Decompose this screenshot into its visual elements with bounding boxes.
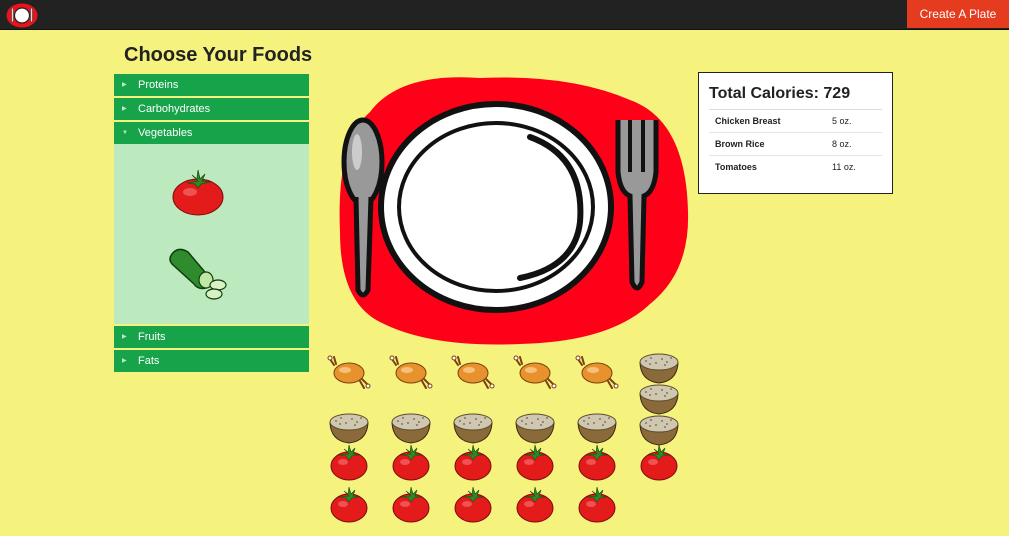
calorie-summary: Total Calories: 729 Chicken Breast 5 oz.…: [698, 72, 893, 194]
calorie-row: Brown Rice 8 oz.: [709, 133, 882, 156]
category-vegetables[interactable]: ▼ Vegetables: [114, 122, 309, 144]
tomato-icon[interactable]: [170, 168, 226, 218]
calorie-row: Tomatoes 11 oz.: [709, 156, 882, 179]
chevron-right-icon: ▶: [122, 334, 127, 341]
category-label: Proteins: [138, 79, 179, 91]
rice-icon[interactable]: [451, 405, 495, 445]
category-label: Fruits: [138, 331, 166, 343]
category-label: Vegetables: [138, 127, 193, 139]
rice-icon[interactable]: [327, 405, 371, 445]
selected-food-grid: [327, 345, 687, 530]
food-amount: 8 oz.: [832, 139, 852, 149]
cucumber-icon[interactable]: [166, 244, 228, 304]
calorie-row: Chicken Breast 5 oz.: [709, 110, 882, 133]
plate-icon: [378, 101, 614, 313]
food-name: Brown Rice: [715, 139, 765, 149]
food-name: Tomatoes: [715, 162, 757, 172]
food-amount: 11 oz.: [832, 162, 856, 172]
tomato-icon[interactable]: [389, 485, 433, 525]
plate-logo-icon[interactable]: [6, 3, 38, 28]
tomato-icon[interactable]: [575, 443, 619, 483]
page-title: Choose Your Foods: [124, 44, 313, 66]
chevron-down-icon: ▼: [122, 130, 128, 137]
tomato-icon[interactable]: [327, 485, 371, 525]
food-amount: 5 oz.: [832, 116, 852, 126]
place-setting-icon: [339, 77, 689, 345]
category-proteins[interactable]: ▶ Proteins: [114, 74, 309, 96]
chicken-icon[interactable]: [575, 349, 619, 389]
rice-icon[interactable]: [637, 407, 681, 447]
rice-icon[interactable]: [575, 405, 619, 445]
tomato-icon[interactable]: [327, 443, 371, 483]
category-label: Fats: [138, 355, 160, 367]
chicken-icon[interactable]: [451, 349, 495, 389]
create-a-plate-button[interactable]: Create A Plate: [907, 0, 1009, 28]
chicken-icon[interactable]: [513, 349, 557, 389]
category-fruits[interactable]: ▶ Fruits: [114, 326, 309, 348]
chevron-right-icon: ▶: [122, 358, 127, 365]
tomato-icon[interactable]: [451, 443, 495, 483]
total-calories: Total Calories: 729: [709, 85, 882, 110]
chicken-icon[interactable]: [389, 349, 433, 389]
top-bar: Create A Plate: [0, 0, 1009, 30]
rice-icon[interactable]: [389, 405, 433, 445]
category-fats[interactable]: ▶ Fats: [114, 350, 309, 372]
category-label: Carbohydrates: [138, 103, 211, 115]
tomato-icon[interactable]: [513, 443, 557, 483]
tomato-icon[interactable]: [389, 443, 433, 483]
chevron-right-icon: ▶: [122, 82, 127, 89]
rice-icon[interactable]: [513, 405, 557, 445]
tomato-icon[interactable]: [575, 485, 619, 525]
category-carbohydrates[interactable]: ▶ Carbohydrates: [114, 98, 309, 120]
tomato-icon[interactable]: [637, 443, 681, 483]
chevron-right-icon: ▶: [122, 106, 127, 113]
tomato-icon[interactable]: [451, 485, 495, 525]
food-name: Chicken Breast: [715, 116, 781, 126]
tomato-icon[interactable]: [513, 485, 557, 525]
food-category-accordion: ▶ Proteins ▶ Carbohydrates ▼ Vegetables ▶ Fr…: [114, 74, 309, 374]
vegetables-panel: [114, 144, 309, 324]
chicken-icon[interactable]: [327, 349, 371, 389]
